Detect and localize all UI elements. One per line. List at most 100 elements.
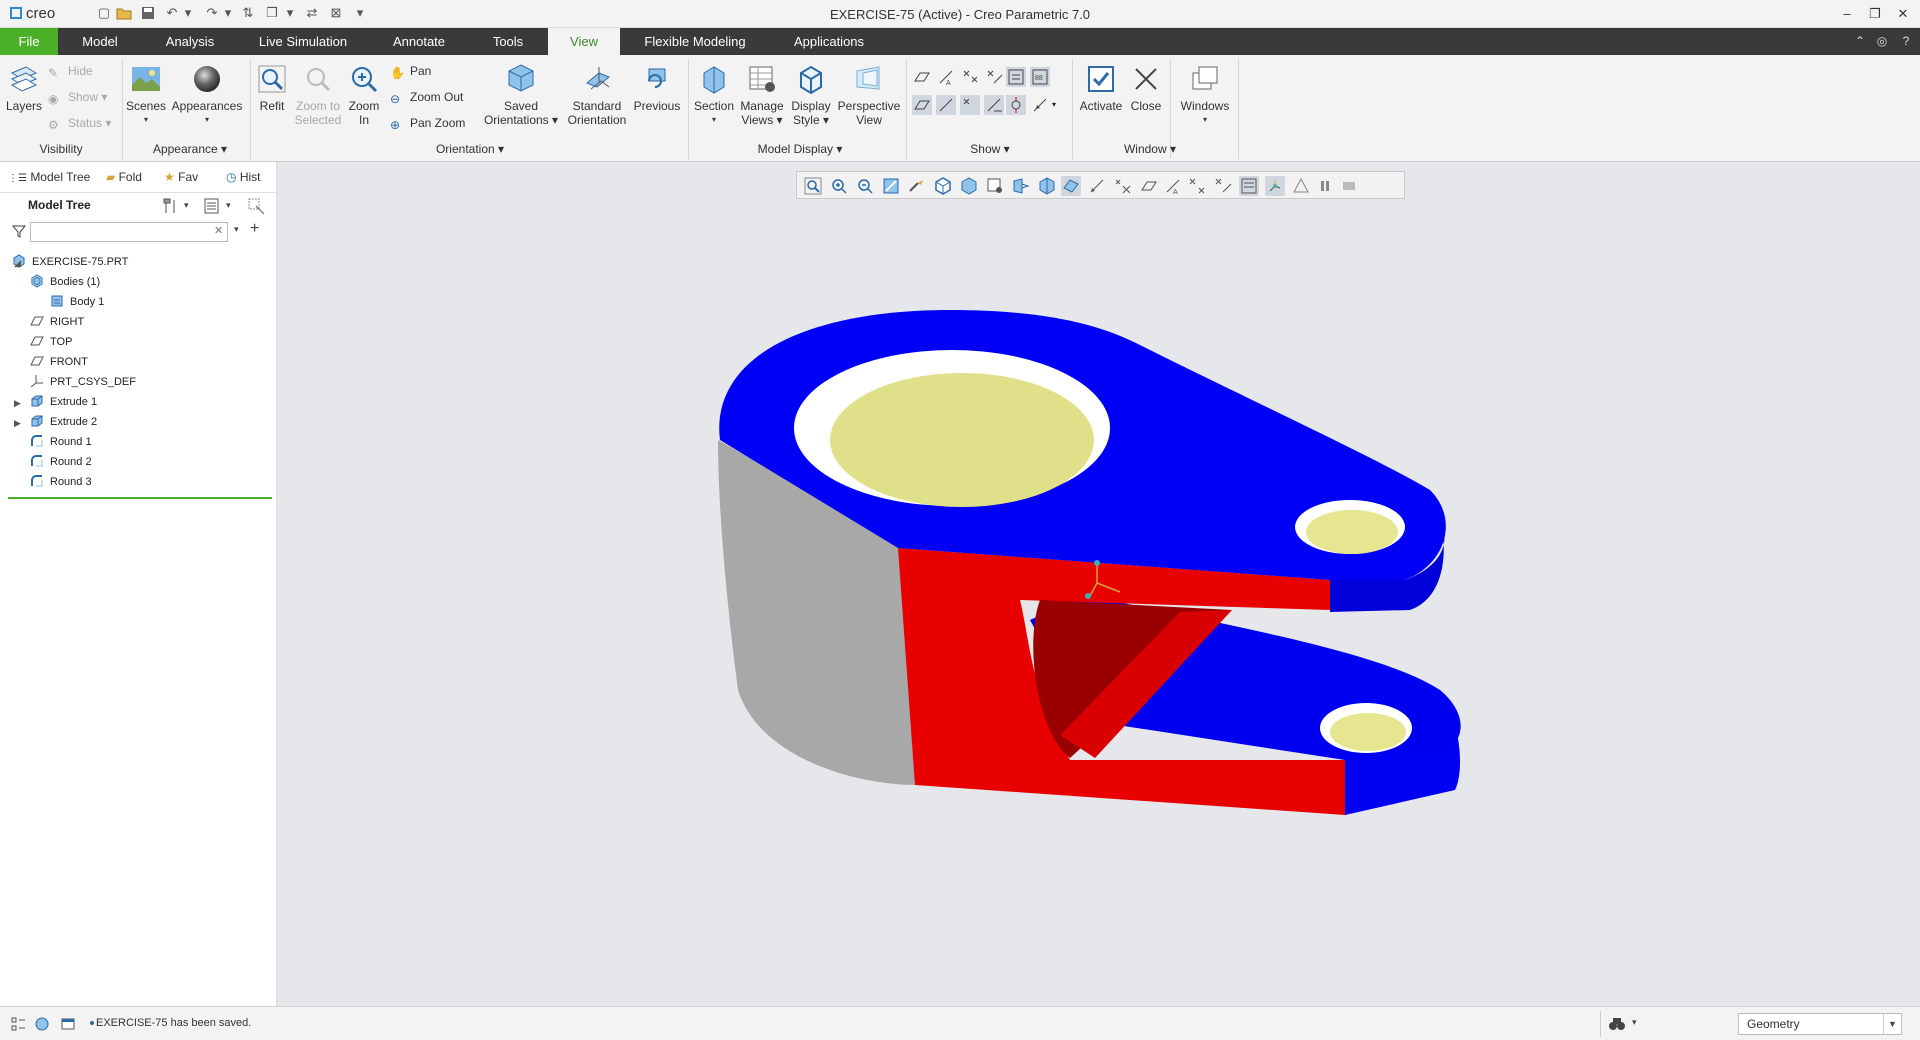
group-label-appearance[interactable]: Appearance ▾ bbox=[140, 142, 240, 156]
tab-annotate[interactable]: Annotate bbox=[384, 28, 454, 55]
tree-settings-dropdown-icon[interactable]: ▾ bbox=[184, 200, 189, 211]
zoom-in-button[interactable]: Zoom In bbox=[346, 63, 382, 127]
tab-view[interactable]: View bbox=[548, 28, 620, 55]
zoom-to-selected-button[interactable]: Zoom to Selected bbox=[292, 63, 344, 127]
view-manager-icon[interactable] bbox=[985, 176, 1005, 196]
section-view-icon[interactable] bbox=[1037, 176, 1057, 196]
warning-icon[interactable] bbox=[1291, 176, 1311, 196]
datum-plane-display-icon[interactable] bbox=[1139, 176, 1159, 196]
point-tag-display-icon[interactable]: 88 bbox=[1030, 67, 1050, 87]
group-label-orientation[interactable]: Orientation ▾ bbox=[420, 142, 520, 156]
refit-button[interactable]: Refit bbox=[254, 63, 290, 113]
add-filter-icon[interactable]: + bbox=[250, 220, 259, 238]
perspective-view-button[interactable]: Perspective View bbox=[836, 63, 902, 127]
clear-search-icon[interactable]: ✕ bbox=[214, 224, 223, 237]
tree-item-part[interactable]: EXERCISE-75.PRT bbox=[12, 252, 128, 272]
csys-display-icon[interactable] bbox=[984, 67, 1004, 87]
windows-button[interactable]: Windows ▾ bbox=[1176, 63, 1234, 127]
point-display-icon[interactable] bbox=[1187, 176, 1207, 196]
axis-display-icon[interactable] bbox=[1113, 176, 1133, 196]
tab-history[interactable]: ◷ Hist bbox=[226, 166, 272, 188]
plane-tag-display-icon[interactable] bbox=[1006, 67, 1026, 87]
saved-orientations-button[interactable]: Saved Orientations ▾ bbox=[480, 63, 562, 127]
annotation-display-icon[interactable] bbox=[1239, 176, 1259, 196]
axis-display-icon[interactable]: A bbox=[936, 67, 956, 87]
tree-settings-icon[interactable] bbox=[160, 196, 182, 216]
tab-folder-browser[interactable]: ▰ Fold bbox=[106, 166, 152, 188]
tab-file[interactable]: File bbox=[0, 28, 58, 55]
tree-item-right[interactable]: RIGHT bbox=[30, 312, 84, 332]
spin-center-icon[interactable] bbox=[907, 176, 927, 196]
datum-axis-display-icon[interactable]: A bbox=[1163, 176, 1183, 196]
appearances-button[interactable]: Appearances ▾ bbox=[170, 63, 244, 127]
tree-search-input[interactable] bbox=[30, 222, 228, 242]
insert-here-indicator[interactable] bbox=[8, 497, 272, 499]
expand-extrude-2-icon[interactable]: ▶ bbox=[14, 418, 24, 428]
manage-views-button[interactable]: Manage Views ▾ bbox=[738, 63, 786, 127]
close-icon[interactable]: ✕ bbox=[1890, 4, 1916, 24]
selection-filter[interactable]: Geometry ▼ bbox=[1738, 1013, 1902, 1035]
tab-live-simulation[interactable]: Live Simulation bbox=[252, 28, 354, 55]
status-button[interactable]: ⚙ Status ▾ bbox=[48, 113, 111, 133]
model-graphics[interactable] bbox=[700, 300, 1480, 830]
reset-icon[interactable] bbox=[1339, 176, 1359, 196]
plane-display-icon[interactable] bbox=[912, 67, 932, 87]
filter-icon[interactable] bbox=[11, 224, 27, 238]
tree-item-top[interactable]: TOP bbox=[30, 332, 72, 352]
restore-icon[interactable]: ❐ bbox=[1862, 4, 1888, 24]
tree-item-round-2[interactable]: Round 2 bbox=[30, 452, 92, 472]
search-dropdown-icon[interactable]: ▾ bbox=[234, 224, 239, 235]
tree-item-front[interactable]: FRONT bbox=[30, 352, 88, 372]
find-icon[interactable] bbox=[1608, 1015, 1626, 1033]
point-tag-icon[interactable] bbox=[960, 95, 980, 115]
csys-tag-icon[interactable] bbox=[984, 95, 1004, 115]
layers-button[interactable]: Layers bbox=[4, 63, 44, 113]
tab-flexible-modeling[interactable]: Flexible Modeling bbox=[634, 28, 756, 55]
standard-orientation-button[interactable]: Standard Orientation bbox=[564, 63, 630, 127]
tree-item-csys[interactable]: PRT_CSYS_DEF bbox=[30, 372, 136, 392]
group-label-window[interactable]: Window ▾ bbox=[1110, 142, 1190, 156]
csys-display-icon[interactable] bbox=[1213, 176, 1233, 196]
collapse-bodies-icon[interactable]: ◢ bbox=[14, 258, 24, 268]
tree-item-extrude-1[interactable]: Extrude 1 bbox=[30, 392, 97, 412]
zoom-out-icon[interactable] bbox=[855, 176, 875, 196]
tree-item-round-1[interactable]: Round 1 bbox=[30, 432, 92, 452]
display-style-icon[interactable] bbox=[933, 176, 953, 196]
expand-extrude-1-icon[interactable]: ▶ bbox=[14, 398, 24, 408]
pan-zoom-button[interactable]: ⊕ Pan Zoom bbox=[390, 113, 465, 133]
zoom-in-icon[interactable] bbox=[829, 176, 849, 196]
tree-item-bodies[interactable]: Bodies (1) bbox=[30, 272, 100, 292]
full-screen-icon[interactable] bbox=[60, 1016, 76, 1032]
spin-center-icon[interactable] bbox=[1006, 95, 1026, 115]
plane-tag-icon[interactable] bbox=[912, 95, 932, 115]
tab-analysis[interactable]: Analysis bbox=[158, 28, 222, 55]
annotation-display-icon[interactable] bbox=[1030, 95, 1050, 115]
group-label-model-display[interactable]: Model Display ▾ bbox=[740, 142, 860, 156]
tree-item-body-1[interactable]: Body 1 bbox=[50, 292, 104, 312]
refit-icon[interactable] bbox=[803, 176, 823, 196]
tree-item-extrude-2[interactable]: Extrude 2 bbox=[30, 412, 97, 432]
zoom-out-button[interactable]: ⊖ Zoom Out bbox=[390, 87, 463, 107]
pan-button[interactable]: ✋ Pan bbox=[390, 61, 431, 81]
shading-with-edges-icon[interactable] bbox=[1061, 176, 1081, 196]
tree-item-round-3[interactable]: Round 3 bbox=[30, 472, 92, 492]
pause-icon[interactable] bbox=[1315, 176, 1335, 196]
show-button[interactable]: ◉ Show ▾ bbox=[48, 87, 107, 107]
tab-applications[interactable]: Applications bbox=[786, 28, 872, 55]
tab-model[interactable]: Model bbox=[72, 28, 128, 55]
scenes-button[interactable]: Scenes ▾ bbox=[126, 63, 166, 127]
help-icon[interactable]: ? bbox=[1898, 33, 1914, 49]
section-button[interactable]: Section ▾ bbox=[692, 63, 736, 127]
saved-orientations-icon[interactable] bbox=[959, 176, 979, 196]
show-options-icon[interactable] bbox=[202, 196, 222, 216]
tab-favorites[interactable]: ★ Fav bbox=[164, 166, 210, 188]
show-more-dropdown-icon[interactable]: ▾ bbox=[1052, 95, 1072, 115]
close-button[interactable]: Close bbox=[1126, 63, 1166, 113]
activate-button[interactable]: Activate bbox=[1076, 63, 1126, 113]
hide-button[interactable]: ✎ Hide bbox=[48, 61, 93, 81]
minimize-icon[interactable]: – bbox=[1834, 4, 1860, 24]
point-display-icon[interactable] bbox=[960, 67, 980, 87]
axis-tag-icon[interactable] bbox=[936, 95, 956, 115]
tab-tools[interactable]: Tools bbox=[484, 28, 532, 55]
display-style-button[interactable]: Display Style ▾ bbox=[788, 63, 834, 127]
